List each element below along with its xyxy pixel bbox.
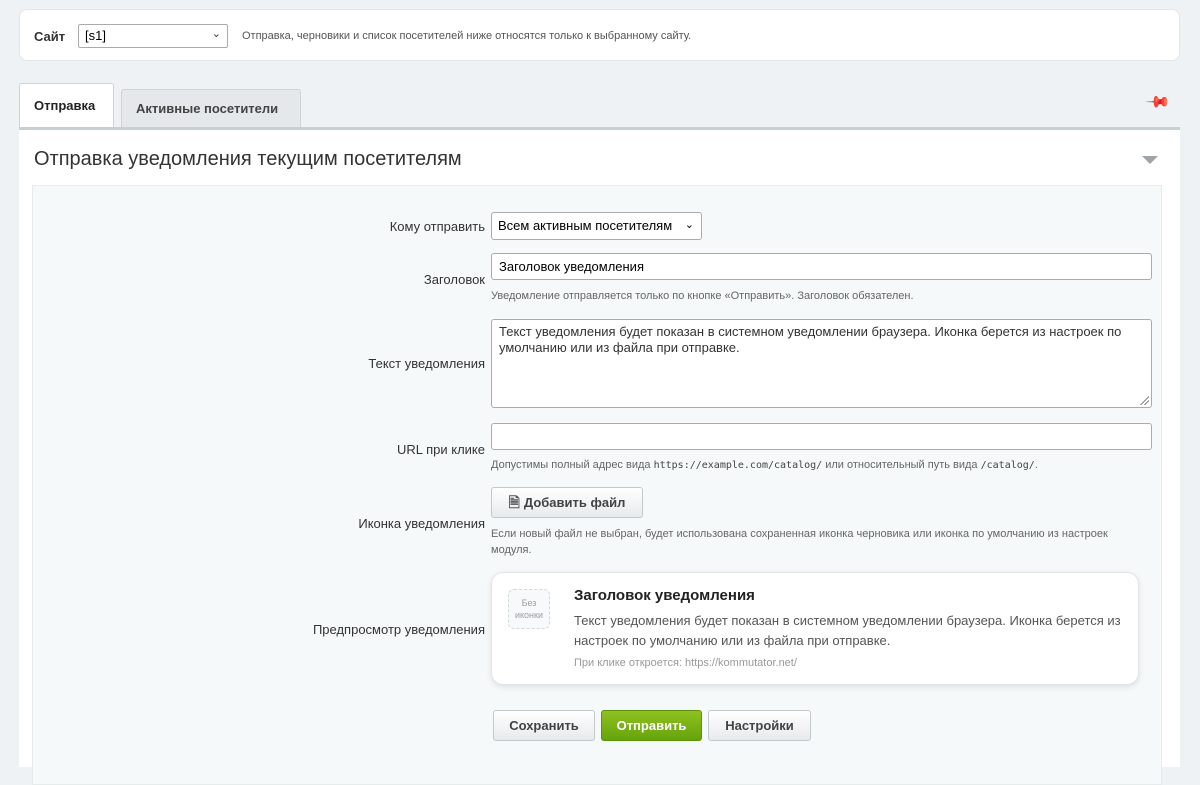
no-icon-placeholder: Без иконки — [508, 589, 550, 629]
no-icon-text-1: Без — [521, 598, 537, 608]
site-hint: Отправка, черновики и список посетителей… — [242, 30, 692, 42]
send-button[interactable]: Отправить — [601, 710, 702, 741]
url-input[interactable] — [491, 423, 1152, 450]
collapse-icon[interactable] — [1142, 156, 1158, 164]
site-select[interactable]: [s1] ⌄ — [78, 24, 228, 48]
add-file-button[interactable]: 🗎 Добавить файл — [491, 487, 643, 518]
title-input[interactable]: Заголовок уведомления — [491, 253, 1152, 280]
settings-button[interactable]: Настройки — [708, 710, 811, 741]
tab-send[interactable]: Отправка — [19, 83, 114, 127]
pin-icon[interactable]: 📌 — [1144, 88, 1172, 116]
notification-preview-card: Без иконки Заголовок уведомления Текст у… — [491, 572, 1139, 685]
title-hint: Уведомление отправляется только по кнопк… — [491, 290, 914, 302]
resize-grip-icon[interactable] — [1139, 395, 1149, 405]
url-hint-code-relative: /catalog/ — [980, 460, 1035, 471]
form-area: Кому отправить Всем активным посетителям… — [32, 185, 1162, 785]
paperclip-icon: 🗎 — [508, 494, 520, 510]
text-textarea-value: Текст уведомления будет показан в систем… — [499, 324, 1122, 355]
url-hint-prefix: Допустимы полный адрес вида — [491, 459, 651, 471]
url-label: URL при клике — [396, 442, 485, 457]
url-hint-suffix: . — [1034, 459, 1038, 471]
text-textarea[interactable]: Текст уведомления будет показан в систем… — [491, 319, 1152, 408]
site-label: Сайт — [34, 29, 66, 44]
url-hint-code-absolute: https://example.com/catalog/ — [653, 460, 823, 471]
chevron-down-icon: ⌄ — [684, 219, 694, 231]
save-button[interactable]: Сохранить — [493, 710, 595, 741]
icon-hint: Если новый файл не выбран, будет использ… — [491, 528, 1108, 556]
url-hint: Допустимы полный адрес вида https://exam… — [491, 459, 1038, 471]
audience-select-value: Всем активным посетителям — [498, 218, 673, 233]
send-panel: Отправка уведомления текущим посетителям… — [19, 127, 1180, 785]
panel-title: Отправка уведомления текущим посетителям — [34, 148, 462, 170]
site-bar: Сайт [s1] ⌄ Отправка, черновики и список… — [19, 9, 1180, 61]
audience-select[interactable]: Всем активным посетителям ⌄ — [491, 212, 702, 240]
title-label: Заголовок — [423, 272, 485, 287]
preview-title: Заголовок уведомления — [574, 587, 755, 604]
audience-label: Кому отправить — [389, 219, 485, 234]
preview-label: Предпросмотр уведомления — [312, 622, 485, 637]
url-hint-middle: или относительный путь вида — [825, 459, 978, 471]
site-select-value: [s1] — [85, 28, 106, 43]
tab-active-visitors[interactable]: Активные посетители — [121, 89, 301, 127]
text-label: Текст уведомления — [368, 356, 485, 371]
preview-url: При клике откроется: https://kommutator.… — [574, 657, 797, 669]
preview-body: Текст уведомления будет показан в систем… — [574, 613, 1121, 648]
no-icon-text-2: иконки — [514, 610, 543, 620]
icon-label: Иконка уведомления — [358, 516, 485, 531]
chevron-down-icon: ⌄ — [211, 28, 221, 40]
tabs-row: Отправка Активные посетители 📌 — [19, 83, 1180, 127]
add-file-label: Добавить файл — [523, 495, 626, 510]
